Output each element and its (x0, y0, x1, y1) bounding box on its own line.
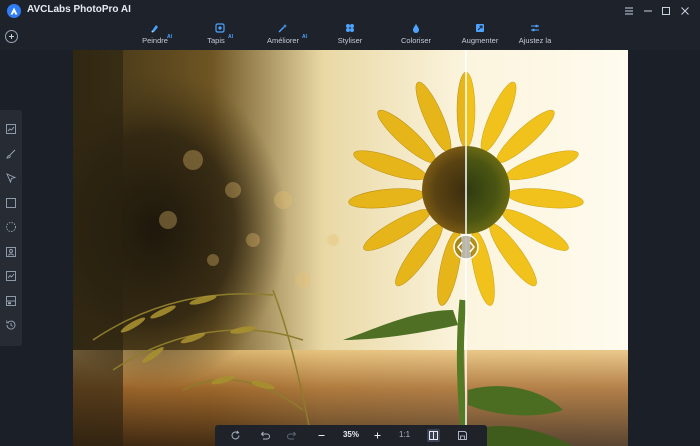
redo-icon[interactable] (286, 429, 299, 442)
tool-enhance-label: Améliorer (266, 36, 300, 45)
tool-paint[interactable]: Peindre AI (131, 22, 179, 50)
title-bar: AVCLabs PhotoPro AI (0, 0, 700, 22)
tool-colorize-label: Coloriser (400, 36, 431, 45)
app-window: AVCLabs PhotoPro AI Peindre AI Tapis AI … (0, 0, 700, 446)
mat-icon (215, 23, 225, 33)
menu-button[interactable] (621, 3, 637, 19)
ai-badge: AI (167, 34, 172, 40)
actual-size-button[interactable]: 1:1 (399, 430, 410, 439)
history-icon[interactable] (5, 319, 17, 331)
save-icon[interactable] (456, 429, 469, 442)
stylize-icon (346, 24, 354, 32)
tool-adjust-label: Ajustez la (518, 36, 552, 45)
add-image-button[interactable] (5, 30, 18, 43)
tool-mat-label: Tapis (207, 36, 225, 45)
paint-icon (151, 25, 158, 33)
upscale-icon (476, 24, 484, 32)
enhance-icon (278, 24, 287, 33)
close-button[interactable] (677, 3, 693, 19)
undo-icon[interactable] (258, 429, 271, 442)
compare-slider-handle[interactable] (453, 234, 479, 260)
lasso-icon[interactable] (5, 221, 17, 233)
bottom-control-bar: 35% 1:1 (215, 425, 487, 446)
main-toolbar: Peindre AI Tapis AI Améliorer AI Stylise… (0, 22, 700, 50)
app-logo-icon (7, 4, 21, 18)
tool-adjust[interactable]: Ajustez la (512, 22, 558, 50)
zoom-level: 35% (342, 430, 359, 439)
sunflower-photo (73, 50, 628, 446)
zoom-out-button[interactable] (315, 429, 328, 442)
minimize-button[interactable] (640, 3, 656, 19)
tool-colorize[interactable]: Coloriser (394, 22, 438, 50)
zoom-in-button[interactable] (371, 429, 384, 442)
portrait-icon[interactable] (5, 246, 17, 258)
maximize-button[interactable] (658, 3, 674, 19)
pointer-icon[interactable] (5, 172, 17, 184)
image-canvas[interactable] (73, 50, 628, 446)
app-title: AVCLabs PhotoPro AI (27, 4, 131, 15)
tool-enhance[interactable]: Améliorer AI (258, 22, 308, 50)
image-icon[interactable] (5, 270, 17, 282)
tool-stylize-label: Styliser (337, 36, 363, 45)
chart-icon[interactable] (5, 123, 17, 135)
tool-upscale[interactable]: Augmenter (455, 22, 505, 50)
brush-icon[interactable] (5, 148, 17, 160)
split-view-icon[interactable] (427, 429, 440, 442)
ai-badge: AI (302, 34, 307, 40)
rectangle-icon[interactable] (5, 197, 17, 209)
tool-upscale-label: Augmenter (461, 36, 499, 45)
tool-mat[interactable]: Tapis AI (198, 22, 242, 50)
tool-stylize[interactable]: Styliser (330, 22, 370, 50)
colorize-icon (413, 24, 419, 33)
adjust-icon (531, 24, 539, 32)
reset-icon[interactable] (229, 429, 242, 442)
ai-badge: AI (228, 34, 233, 40)
side-tool-panel (0, 110, 22, 346)
compare-icon[interactable] (5, 295, 17, 307)
